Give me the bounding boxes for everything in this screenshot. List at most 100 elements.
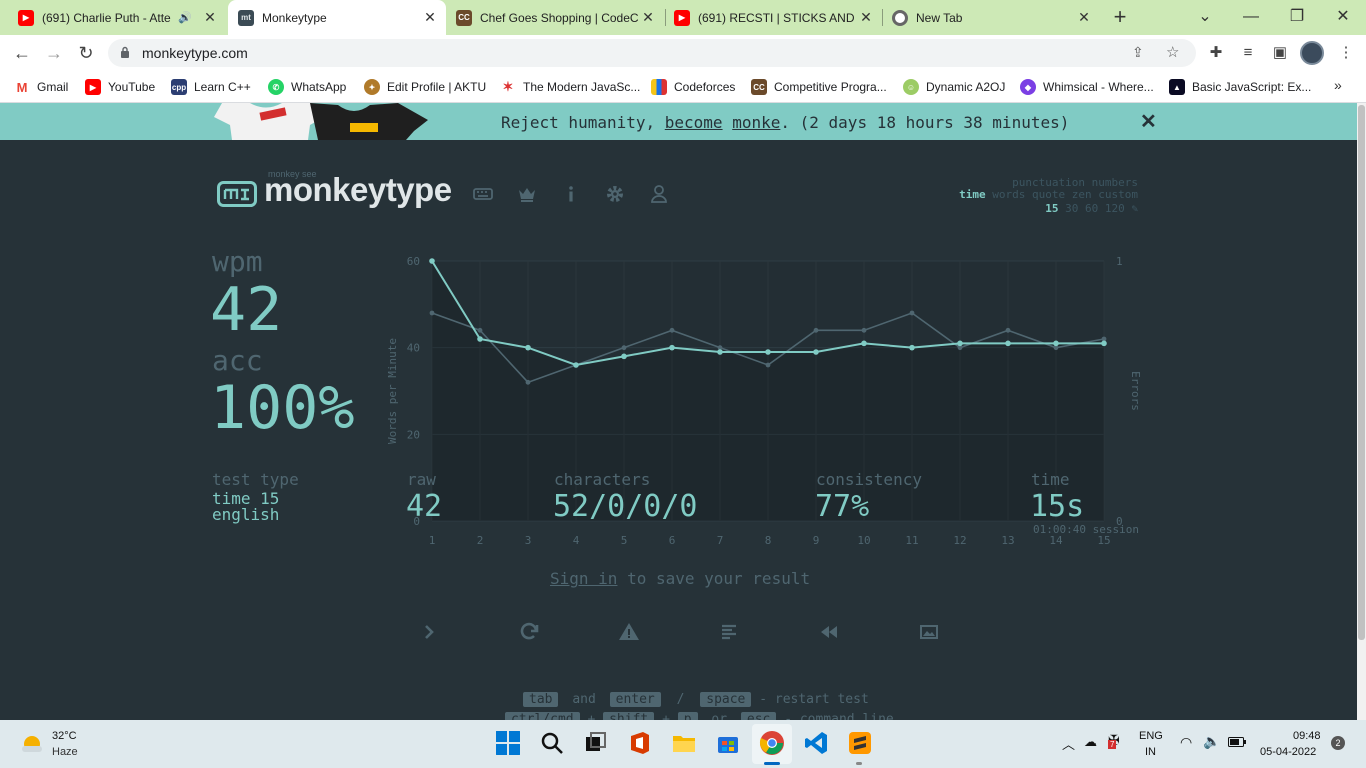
settings-gear-icon[interactable] [605, 184, 625, 204]
volume-icon[interactable]: 🔈 [1203, 733, 1220, 750]
raw-wpm-point [765, 362, 771, 368]
region-code[interactable]: IN [1145, 746, 1156, 758]
close-icon[interactable]: ✕ [200, 9, 220, 26]
extensions-icon[interactable]: ✚ [1204, 41, 1228, 65]
banner-close-icon[interactable]: ✕ [1140, 112, 1157, 132]
next-test-icon[interactable] [417, 620, 441, 644]
clock-time[interactable]: 09:48 [1293, 730, 1321, 742]
monke-link[interactable]: monke [732, 113, 780, 132]
warning-icon[interactable] [617, 620, 641, 644]
close-icon[interactable]: ✕ [420, 9, 440, 26]
a2oj-icon: ☺ [903, 79, 919, 95]
restart-icon[interactable] [517, 620, 541, 644]
address-bar[interactable]: monkeytype.com ⇪ ☆ [108, 39, 1196, 67]
bookmark-codeforces[interactable]: Codeforces [651, 77, 735, 97]
weather-condition[interactable]: Haze [52, 746, 78, 758]
tab-monkeytype[interactable]: mt Monkeytype ✕ [228, 0, 446, 35]
bookmark-a2oj[interactable]: ☺ Dynamic A2OJ [903, 77, 1005, 97]
weather-temperature[interactable]: 32°C [52, 730, 77, 742]
mode-quote[interactable]: quote [1032, 188, 1065, 201]
weather-sun-icon[interactable] [20, 732, 44, 756]
office-icon[interactable] [627, 730, 653, 756]
more-bookmarks-icon[interactable]: » [1334, 77, 1342, 93]
info-icon[interactable] [561, 184, 581, 204]
profile-avatar[interactable] [1300, 41, 1324, 65]
tab-new-tab[interactable]: New Tab ✕ [882, 0, 1100, 35]
bookmark-freecodecamp[interactable]: ▲ Basic JavaScript: Ex... [1169, 77, 1311, 97]
notification-badge[interactable]: 2 [1331, 736, 1345, 750]
tab-youtube-recsti[interactable]: ▶ (691) RECSTI | STICKS AND R ✕ [664, 0, 882, 35]
duration-60[interactable]: 60 [1085, 202, 1098, 215]
duration-120[interactable]: 120 [1105, 202, 1125, 215]
wifi-icon[interactable]: ◠ [1180, 734, 1192, 751]
bookmark-learn-cpp[interactable]: cpp Learn C++ [171, 77, 251, 97]
clock-date[interactable]: 05-04-2022 [1260, 746, 1316, 758]
duration-30[interactable]: 30 [1065, 202, 1078, 215]
bookmark-competitive-programming[interactable]: CC Competitive Progra... [751, 77, 887, 97]
bookmark-star-icon[interactable]: ☆ [1166, 43, 1179, 61]
mode-zen[interactable]: zen [1072, 188, 1092, 201]
user-icon[interactable] [649, 184, 669, 204]
word-history-icon[interactable] [717, 620, 741, 644]
logo-text[interactable]: monkeytype [264, 171, 452, 209]
minimize-button[interactable]: — [1236, 5, 1266, 29]
time-label: time [1031, 470, 1070, 489]
tab-codechef[interactable]: CC Chef Goes Shopping | CodeC ✕ [446, 0, 664, 35]
custom-duration-icon[interactable]: ✎ [1131, 202, 1138, 215]
onedrive-cloud-icon[interactable]: ☁ [1084, 734, 1097, 750]
windows-start-icon[interactable] [495, 730, 521, 756]
language-code[interactable]: ENG [1139, 730, 1163, 742]
monkeytype-logo-icon[interactable] [217, 181, 257, 207]
side-panel-icon[interactable]: ▣ [1268, 41, 1292, 65]
scrollbar-thumb[interactable] [1358, 105, 1365, 640]
bookmark-whatsapp[interactable]: ✆ WhatsApp [268, 77, 346, 97]
crown-icon[interactable] [517, 184, 537, 204]
chrome-icon[interactable] [759, 730, 785, 756]
back-button[interactable]: ← [10, 41, 34, 65]
monkeytype-page: monkey see monkeytype punctuation number… [0, 140, 1357, 720]
keyboard-icon[interactable] [473, 184, 493, 204]
close-icon[interactable]: ✕ [1074, 9, 1094, 26]
mode-time[interactable]: time [959, 188, 986, 201]
bookmark-youtube[interactable]: ▶ YouTube [85, 77, 155, 97]
youtube-icon: ▶ [674, 9, 690, 26]
battery-icon[interactable] [1228, 737, 1246, 747]
speaker-icon[interactable]: 🔊 [178, 11, 192, 24]
hint-plus: + [587, 712, 596, 720]
replay-icon[interactable] [817, 620, 841, 644]
whatsapp-icon: ✆ [268, 79, 284, 95]
close-icon[interactable]: ✕ [638, 9, 658, 26]
restore-button[interactable]: ❐ [1282, 5, 1312, 29]
mode-custom[interactable]: custom [1098, 188, 1138, 201]
bookmark-whimsical[interactable]: ◆ Whimsical - Where... [1020, 77, 1154, 97]
vscode-icon[interactable] [803, 730, 829, 756]
page-scrollbar[interactable] [1357, 103, 1366, 720]
tab-search-button[interactable]: ⌄ [1190, 5, 1220, 29]
window-close-button[interactable]: ✕ [1328, 5, 1358, 29]
media-control-icon[interactable]: ≡ [1236, 41, 1260, 65]
duration-15[interactable]: 15 [1045, 202, 1058, 215]
reload-button[interactable]: ↻ [74, 41, 98, 65]
show-hidden-icons-icon[interactable]: ︿ [1062, 734, 1075, 753]
file-explorer-icon[interactable] [671, 730, 697, 756]
share-icon[interactable]: ⇪ [1132, 44, 1144, 61]
screenshot-icon[interactable] [917, 620, 941, 644]
bookmark-gmail[interactable]: M Gmail [14, 77, 68, 97]
new-tab-button[interactable]: + [1108, 5, 1132, 29]
tab-youtube-charlie-puth[interactable]: ▶ (691) Charlie Puth - Atte 🔊 ✕ [8, 0, 226, 35]
become-link[interactable]: become [665, 113, 723, 132]
sublime-text-icon[interactable] [847, 730, 873, 756]
menu-icon[interactable]: ⋮ [1334, 41, 1358, 65]
raw-wpm-point [477, 327, 483, 333]
mode-words[interactable]: words [992, 188, 1025, 201]
bookmark-modern-javascript[interactable]: ✶ The Modern JavaSc... [500, 77, 640, 97]
forward-button[interactable]: → [42, 41, 66, 65]
search-icon[interactable] [539, 730, 565, 756]
microsoft-store-icon[interactable] [715, 730, 741, 756]
calendar-app-icon[interactable]: ✠7 [1108, 732, 1120, 749]
bookmark-aktu[interactable]: ✦ Edit Profile | AKTU [364, 77, 486, 97]
sign-in-link[interactable]: Sign in [550, 569, 617, 588]
task-view-icon[interactable] [583, 730, 609, 756]
codechef-icon: CC [456, 9, 472, 26]
close-icon[interactable]: ✕ [856, 9, 876, 26]
